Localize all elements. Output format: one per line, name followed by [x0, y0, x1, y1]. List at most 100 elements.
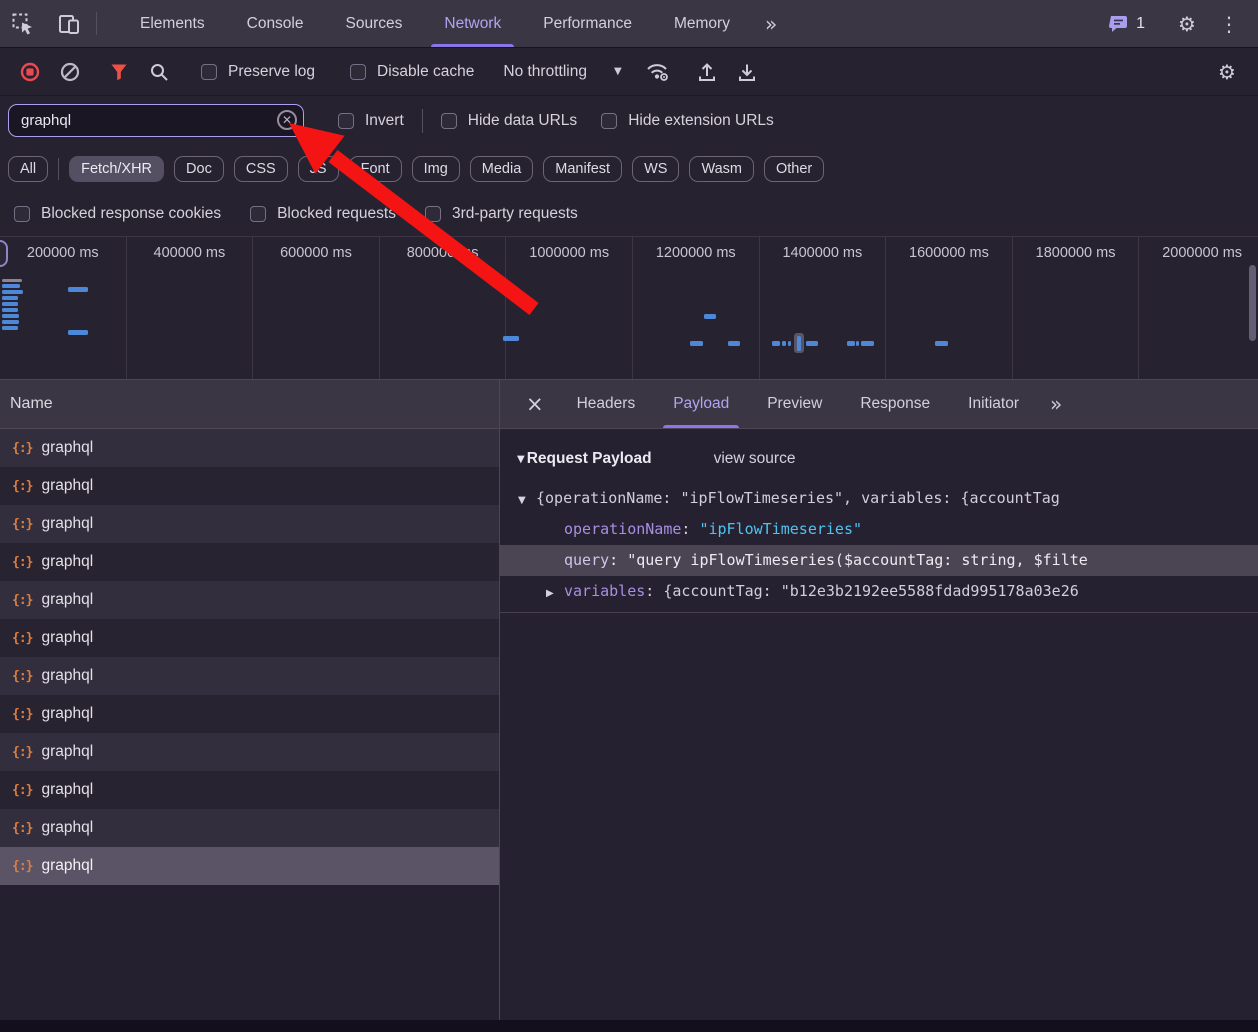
tab-performance[interactable]: Performance: [522, 0, 653, 47]
close-details-button[interactable]: ×: [512, 380, 558, 428]
json-braces-icon: {:}: [12, 707, 32, 722]
hide-extension-urls-label: Hide extension URLs: [628, 112, 774, 130]
inspect-element-button[interactable]: [0, 0, 46, 47]
type-filter-js[interactable]: JS: [298, 156, 339, 182]
collapsed-triangle-icon[interactable]: ▶: [546, 578, 564, 607]
import-har-button[interactable]: [687, 54, 727, 90]
details-tab-initiator[interactable]: Initiator: [949, 380, 1038, 428]
type-filter-other[interactable]: Other: [764, 156, 824, 182]
network-settings-button[interactable]: ⚙: [1206, 60, 1248, 84]
network-overview-timeline[interactable]: 200000 ms400000 ms600000 ms800000 ms1000…: [0, 236, 1258, 380]
request-row[interactable]: {:}graphql: [0, 847, 499, 885]
request-row[interactable]: {:}graphql: [0, 467, 499, 505]
details-tab-headers[interactable]: Headers: [558, 380, 655, 428]
collapse-triangle-icon[interactable]: ▼: [517, 454, 525, 465]
payload-text: "ipFlowTimeseries": [699, 520, 862, 538]
tab-elements[interactable]: Elements: [119, 0, 226, 47]
request-payload-section-header[interactable]: ▼ Request Payload view source: [500, 443, 1258, 475]
waterfall-bar: [2, 284, 20, 288]
request-row[interactable]: {:}graphql: [0, 619, 499, 657]
type-filter-font[interactable]: Font: [349, 156, 402, 182]
device-toolbar-button[interactable]: [46, 0, 92, 47]
timeline-left-handle[interactable]: [0, 240, 8, 267]
device-toolbar-icon: [58, 13, 80, 35]
preserve-log-toggle[interactable]: Preserve log: [188, 63, 328, 81]
export-har-button[interactable]: [727, 54, 767, 90]
kebab-menu-icon: ⋮: [1219, 12, 1239, 36]
request-row[interactable]: {:}graphql: [0, 695, 499, 733]
request-row[interactable]: {:}graphql: [0, 505, 499, 543]
invert-toggle[interactable]: Invert: [326, 112, 416, 130]
type-filter-media[interactable]: Media: [470, 156, 534, 182]
request-row[interactable]: {:}graphql: [0, 543, 499, 581]
request-row[interactable]: {:}graphql: [0, 657, 499, 695]
invert-checkbox[interactable]: [338, 113, 354, 129]
request-row[interactable]: {:}graphql: [0, 581, 499, 619]
request-row[interactable]: {:}graphql: [0, 771, 499, 809]
throttling-value: No throttling: [503, 63, 587, 81]
tab-sources[interactable]: Sources: [325, 0, 424, 47]
timeline-scrollbar-thumb[interactable]: [1249, 265, 1256, 341]
blocked-requests-checkbox[interactable]: [250, 206, 266, 222]
type-filter-all[interactable]: All: [8, 156, 48, 182]
throttling-select[interactable]: No throttling ▼: [487, 63, 637, 81]
more-details-tabs-button[interactable]: »: [1038, 380, 1074, 428]
details-tab-response[interactable]: Response: [841, 380, 949, 428]
request-name: graphql: [41, 819, 93, 837]
type-filter-img[interactable]: Img: [412, 156, 460, 182]
payload-text: : {accountTag: "b12e3b2192ee5588fdad9951…: [645, 582, 1078, 600]
json-braces-icon: {:}: [12, 745, 32, 760]
disable-cache-checkbox[interactable]: [350, 64, 366, 80]
network-conditions-button[interactable]: [638, 54, 678, 90]
request-name: graphql: [41, 553, 93, 571]
search-button[interactable]: [139, 54, 179, 90]
tab-memory[interactable]: Memory: [653, 0, 751, 47]
search-icon: [149, 62, 169, 82]
type-filter-css[interactable]: CSS: [234, 156, 288, 182]
disable-cache-toggle[interactable]: Disable cache: [337, 63, 487, 81]
filter-toggle-button[interactable]: [99, 54, 139, 90]
waterfall-bar: [2, 302, 18, 306]
name-column-header[interactable]: Name: [0, 380, 499, 429]
blocked-requests-toggle[interactable]: Blocked requests: [250, 205, 396, 223]
settings-button[interactable]: ⚙: [1166, 12, 1208, 36]
clear-network-log-button[interactable]: [50, 54, 90, 90]
blocked-response-cookies-checkbox[interactable]: [14, 206, 30, 222]
more-panels-button[interactable]: »: [751, 0, 791, 47]
payload-line[interactable]: operationName: "ipFlowTimeseries": [500, 514, 1258, 545]
waterfall-bar: [2, 279, 22, 282]
tab-console[interactable]: Console: [226, 0, 325, 47]
request-row[interactable]: {:}graphql: [0, 733, 499, 771]
3rd-party-requests-checkbox[interactable]: [425, 206, 441, 222]
payload-line[interactable]: ▶variables: {accountTag: "b12e3b2192ee55…: [500, 576, 1258, 607]
request-row[interactable]: {:}graphql: [0, 809, 499, 847]
request-name: graphql: [41, 591, 93, 609]
hide-data-urls-toggle[interactable]: Hide data URLs: [429, 112, 589, 130]
details-tab-payload[interactable]: Payload: [654, 380, 748, 428]
hide-extension-urls-toggle[interactable]: Hide extension URLs: [589, 112, 786, 130]
expanded-triangle-icon[interactable]: ▼: [518, 485, 536, 514]
payload-line[interactable]: ▼{operationName: "ipFlowTimeseries", var…: [500, 483, 1258, 514]
view-source-link[interactable]: view source: [714, 450, 796, 468]
type-filter-wasm[interactable]: Wasm: [689, 156, 754, 182]
record-button[interactable]: [10, 54, 50, 90]
hide-extension-urls-checkbox[interactable]: [601, 113, 617, 129]
payload-line[interactable]: query: "query ipFlowTimeseries($accountT…: [500, 545, 1258, 576]
issues-button[interactable]: 1: [1097, 15, 1157, 33]
waterfall-bar: [788, 341, 791, 346]
type-filter-doc[interactable]: Doc: [174, 156, 224, 182]
preserve-log-checkbox[interactable]: [201, 64, 217, 80]
details-tab-preview[interactable]: Preview: [748, 380, 841, 428]
hide-data-urls-checkbox[interactable]: [441, 113, 457, 129]
network-main-area: Name {:}graphql{:}graphql{:}graphql{:}gr…: [0, 380, 1258, 1020]
type-filter-manifest[interactable]: Manifest: [543, 156, 622, 182]
blocked-response-cookies-toggle[interactable]: Blocked response cookies: [14, 205, 221, 223]
request-row[interactable]: {:}graphql: [0, 429, 499, 467]
tab-network[interactable]: Network: [423, 0, 522, 47]
type-filter-ws[interactable]: WS: [632, 156, 679, 182]
filter-input[interactable]: [8, 104, 304, 137]
type-filter-fetch-xhr[interactable]: Fetch/XHR: [69, 156, 164, 182]
3rd-party-requests-toggle[interactable]: 3rd-party requests: [425, 205, 578, 223]
more-options-button[interactable]: ⋮: [1208, 12, 1250, 36]
clear-filter-icon[interactable]: ✕: [277, 110, 297, 130]
